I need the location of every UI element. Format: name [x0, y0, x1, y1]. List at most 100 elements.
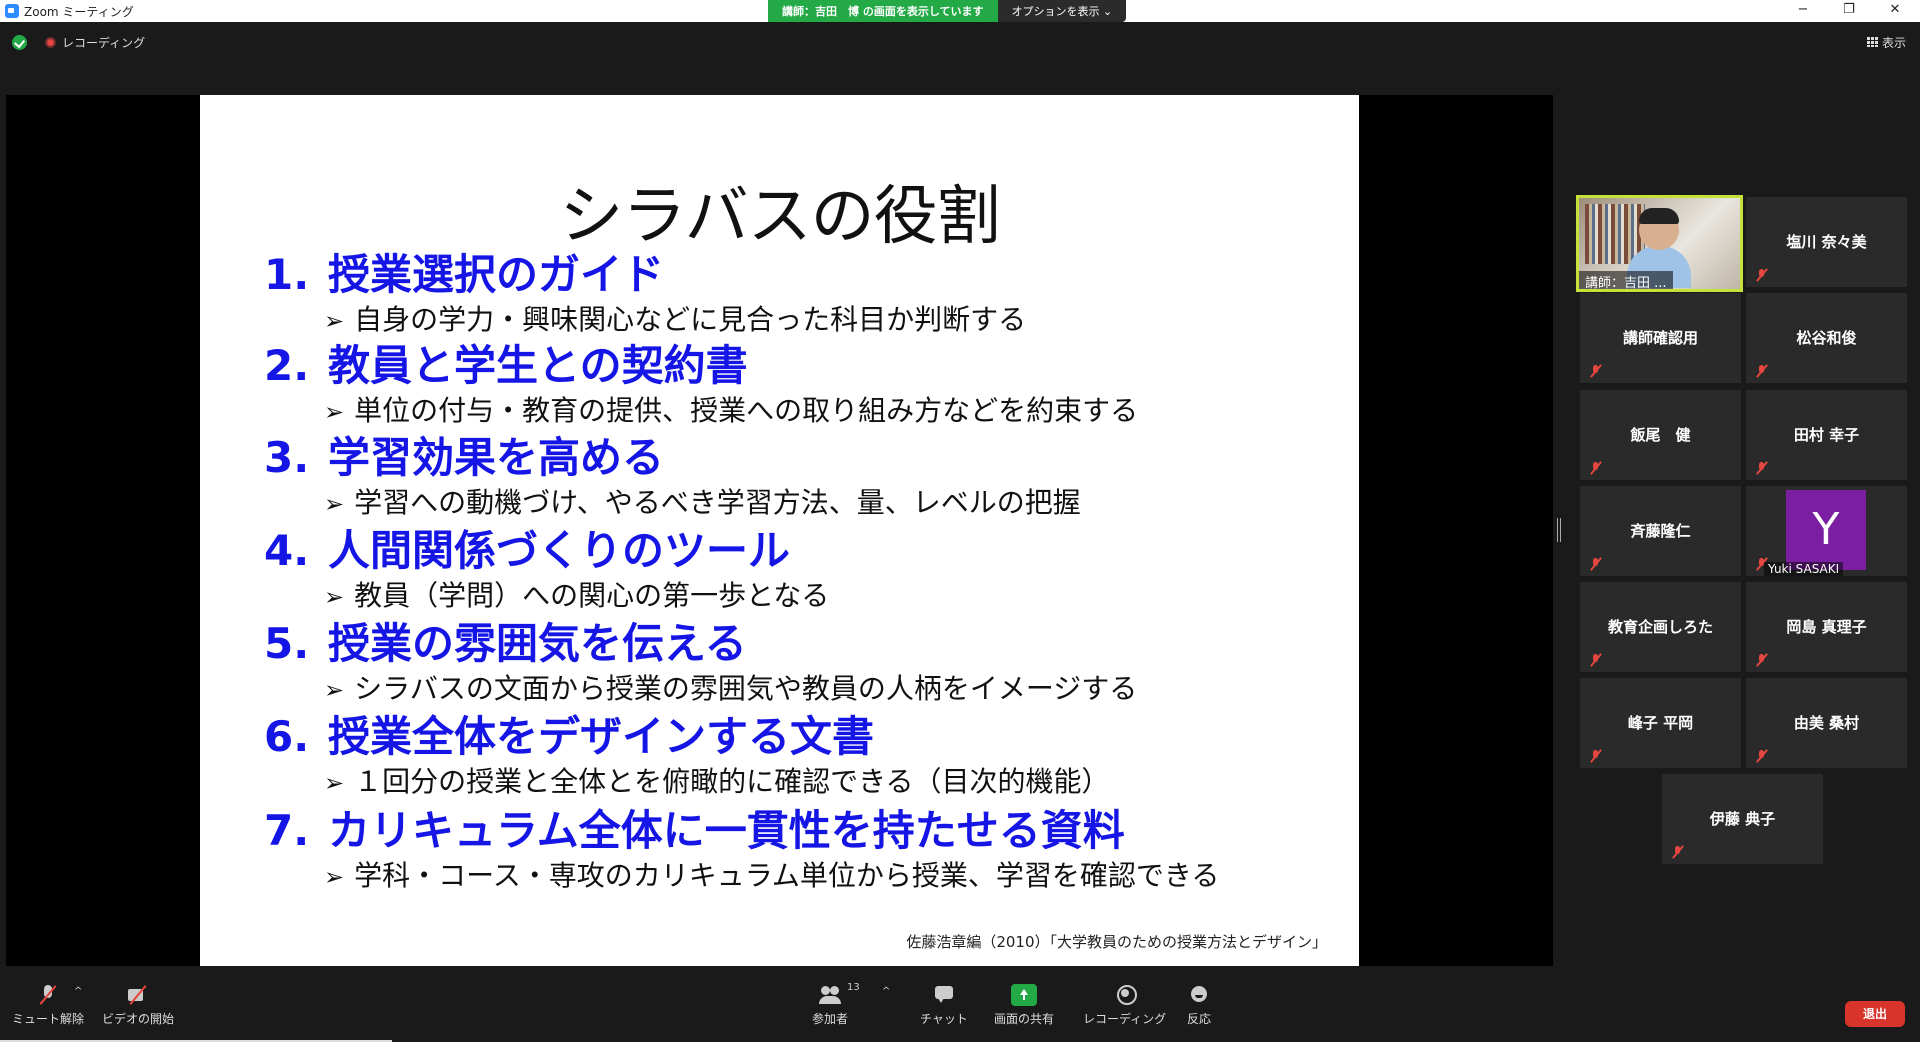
view-label: 表示 — [1881, 36, 1906, 50]
item-number: 4. — [264, 526, 310, 575]
participant-name: 斉藤隆仁 — [1630, 522, 1691, 540]
share-screen-button[interactable]: 画面の共有 — [994, 984, 1054, 1027]
arrow-bullet-icon: ➢ — [324, 769, 345, 797]
item-number: 2. — [264, 341, 310, 390]
muted-mic-icon — [1756, 462, 1768, 474]
item-heading: 人間関係づくりのツール — [328, 526, 791, 575]
participant-tile[interactable]: Y Yuki SASAKI — [1746, 486, 1907, 576]
reaction-emoji-icon — [1186, 984, 1212, 1006]
participant-name: 由美 桑村 — [1793, 714, 1860, 732]
participants-button[interactable]: 13 参加者 — [812, 982, 860, 1027]
participants-icon: 13 — [817, 982, 860, 1006]
minimize-button[interactable]: − — [1780, 0, 1826, 22]
participant-tile[interactable]: 田村 幸子 — [1746, 390, 1907, 480]
active-speaker-tile[interactable]: 講師：吉田 ... — [1576, 195, 1743, 292]
muted-mic-icon — [1590, 654, 1602, 666]
muted-mic-icon — [1590, 462, 1602, 474]
slide-title: シラバスの役割 — [559, 180, 1000, 254]
participant-tile[interactable]: 伊藤 典子 — [1662, 774, 1823, 864]
item-number: 6. — [264, 712, 310, 761]
slide-item: 3. 学習効果を高める ➢ 学習への動機づけ、やるべき学習方法、量、レベルの把握 — [264, 433, 1081, 524]
muted-mic-icon — [1590, 750, 1602, 762]
chevron-down-icon: ⌄ — [1103, 5, 1113, 18]
participant-tile[interactable]: 講師確認用 — [1580, 293, 1741, 383]
participant-name: 伊藤 典子 — [1709, 810, 1776, 828]
item-description: 自身の学力・興味関心などに見合った科目か判断する — [354, 303, 1027, 336]
muted-mic-icon — [1756, 750, 1768, 762]
meeting-info-row: レコーディング 表示 — [0, 28, 1920, 56]
chat-button[interactable]: チャット — [920, 984, 968, 1027]
view-button[interactable]: 表示 — [1866, 34, 1906, 51]
slide-item: 6. 授業全体をデザインする文書 ➢ １回分の授業と全体とを俯瞰的に確認できる（目次… — [264, 712, 1110, 803]
muted-mic-icon — [1756, 269, 1768, 281]
item-heading: 学習効果を高める — [328, 433, 665, 482]
arrow-bullet-icon: ➢ — [324, 490, 345, 518]
maximize-button[interactable]: ❐ — [1826, 0, 1872, 22]
item-description: 単位の付与・教育の提供、授業への取り組み方などを約束する — [354, 394, 1139, 427]
speaker-name: 講師：吉田 ... — [1579, 271, 1673, 291]
participant-tile[interactable]: 塩川 奈々美 — [1746, 197, 1907, 287]
arrow-bullet-icon: ➢ — [324, 307, 345, 335]
zoom-icon — [5, 4, 19, 18]
share-screen-label: 画面の共有 — [994, 1012, 1055, 1026]
reactions-label: 反応 — [1186, 1012, 1211, 1026]
participants-count: 13 — [847, 982, 860, 993]
item-description: 学習への動機づけ、やるべき学習方法、量、レベルの把握 — [354, 486, 1081, 519]
participant-tile[interactable]: 飯尾 健 — [1580, 390, 1741, 480]
video-off-icon — [125, 984, 151, 1006]
leave-button[interactable]: 退出 — [1845, 1001, 1905, 1027]
participant-tile[interactable]: 斉藤隆仁 — [1580, 486, 1741, 576]
participant-tile[interactable]: 由美 桑村 — [1746, 678, 1907, 768]
participant-tile[interactable]: 松谷和俊 — [1746, 293, 1907, 383]
participant-tile[interactable]: 岡島 真理子 — [1746, 582, 1907, 672]
participant-name: 田村 幸子 — [1793, 426, 1860, 444]
view-options-button[interactable]: オプションを表示 ⌄ — [997, 0, 1127, 22]
participant-avatar: Y — [1786, 490, 1866, 570]
arrow-bullet-icon: ➢ — [324, 863, 345, 891]
participant-name: 峰子 平岡 — [1627, 714, 1694, 732]
arrow-bullet-icon: ➢ — [324, 583, 345, 611]
item-description: 学科・コース・専攻のカリキュラム単位から授業、学習を確認できる — [354, 859, 1220, 892]
participant-name: 講師確認用 — [1622, 329, 1698, 347]
item-heading: 授業全体をデザインする文書 — [328, 712, 875, 761]
start-video-label: ビデオの開始 — [102, 1012, 175, 1026]
slide-item: 5. 授業の雰囲気を伝える ➢ シラバスの文面から授業の雰囲気や教員の人柄をイメージ… — [264, 619, 1137, 710]
reactions-button[interactable]: 反応 — [1186, 984, 1212, 1027]
muted-microphone-icon — [35, 984, 61, 1006]
window-title: Zoom ミーティング — [24, 5, 134, 19]
muted-mic-icon — [1756, 654, 1768, 666]
splitter-handle[interactable] — [1557, 518, 1561, 542]
participant-name: Yuki SASAKI — [1764, 562, 1844, 576]
item-number: 5. — [264, 619, 310, 668]
muted-mic-icon — [1590, 365, 1602, 377]
participant-name: 塩川 奈々美 — [1786, 233, 1867, 251]
presentation-slide: シラバスの役割 1. 授業選択のガイド ➢ 自身の学力・興味関心などに見合った科目か… — [200, 95, 1359, 966]
slide-item: 7. カリキュラム全体に一貫性を持たせる資料 ➢ 学科・コース・専攻のカリキュラム単… — [264, 806, 1219, 897]
recording-button[interactable]: レコーディング — [1083, 984, 1166, 1027]
participant-tile[interactable]: 教育企画しろた — [1580, 582, 1741, 672]
share-banner: 講師：吉田 博 の画面を表示しています オプションを表示 ⌄ — [768, 0, 1127, 22]
participants-options-chevron-icon[interactable]: ^ — [882, 986, 890, 997]
record-icon — [1112, 984, 1138, 1006]
audio-options-chevron-icon[interactable]: ^ — [74, 986, 82, 997]
item-description: １回分の授業と全体とを俯瞰的に確認できる（目次的機能） — [354, 765, 1110, 798]
arrow-bullet-icon: ➢ — [324, 398, 345, 426]
recording-status-label[interactable]: レコーディング — [62, 34, 145, 51]
item-heading: 授業の雰囲気を伝える — [328, 619, 747, 668]
item-description: シラバスの文面から授業の雰囲気や教員の人柄をイメージする — [354, 672, 1138, 705]
participants-label: 参加者 — [812, 1012, 849, 1026]
slide-citation: 佐藤浩章編（2010）「大学教員のための授業方法とデザイン」 — [906, 933, 1327, 951]
close-button[interactable]: ✕ — [1872, 0, 1918, 22]
speaker-hair — [1639, 208, 1679, 224]
item-heading: 授業選択のガイド — [328, 250, 665, 299]
item-heading: 教員と学生との契約書 — [328, 341, 748, 390]
security-shield-icon[interactable] — [12, 35, 27, 50]
item-number: 3. — [264, 433, 310, 482]
participant-tile[interactable]: 峰子 平岡 — [1580, 678, 1741, 768]
item-description: 教員（学問）への関心の第一歩となる — [354, 579, 830, 612]
participant-name: 教育企画しろた — [1607, 618, 1713, 636]
muted-mic-icon — [1590, 558, 1602, 570]
slide-item: 4. 人間関係づくりのツール ➢ 教員（学問）への関心の第一歩となる — [264, 526, 829, 617]
start-video-button[interactable]: ビデオの開始 — [102, 984, 174, 1027]
view-options-label: オプションを表示 — [1011, 5, 1100, 18]
